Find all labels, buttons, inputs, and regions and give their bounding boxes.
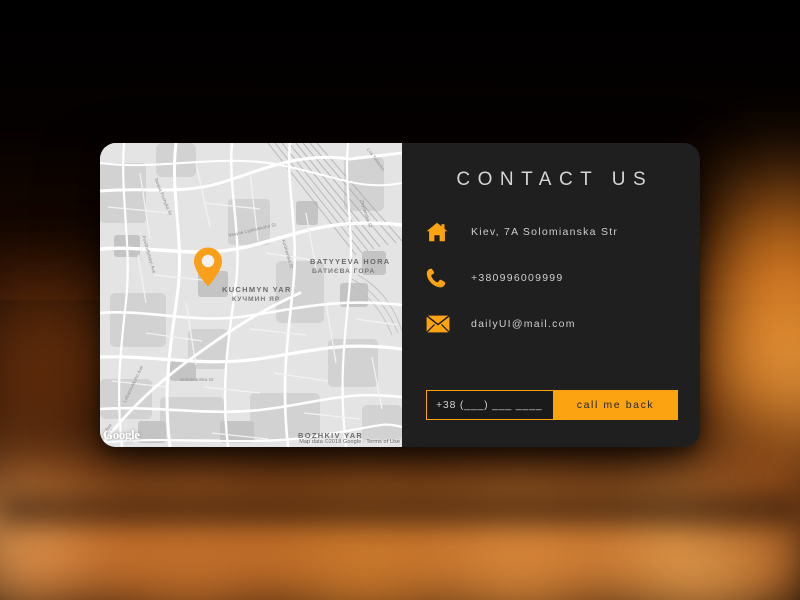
call-me-back-button[interactable]: call me back <box>553 390 678 420</box>
contact-card: BATYYEVA HORA БАТИЄВА ГОРА KUCHMYN YAR К… <box>100 143 700 447</box>
contact-list: Kiev, 7A Solomianska Str +380996009999 d… <box>426 209 686 347</box>
callback-form: call me back <box>426 390 678 420</box>
contact-panel: CONTACT US Kiev, 7A Solomianska Str +380… <box>402 143 700 447</box>
google-logo[interactable]: Google <box>103 427 140 443</box>
contact-address-text: Kiev, 7A Solomianska Str <box>471 226 619 238</box>
location-pin-icon[interactable] <box>193 246 223 288</box>
envelope-icon <box>426 315 460 333</box>
map-attribution[interactable]: Map data ©2018 Google · Terms of Use <box>299 439 400 445</box>
background-bottom-shadow <box>0 492 800 526</box>
home-icon <box>426 222 460 242</box>
contact-phone-text: +380996009999 <box>471 272 564 284</box>
map-pane[interactable]: BATYYEVA HORA БАТИЄВА ГОРА KUCHMYN YAR К… <box>100 143 402 447</box>
contact-row-address: Kiev, 7A Solomianska Str <box>426 209 686 255</box>
map-canvas[interactable] <box>100 143 402 447</box>
contact-row-email: dailyUI@mail.com <box>426 301 686 347</box>
page-title: CONTACT US <box>456 169 654 190</box>
phone-icon <box>426 268 460 288</box>
contact-email-text: dailyUI@mail.com <box>471 318 576 330</box>
contact-row-phone: +380996009999 <box>426 255 686 301</box>
phone-input[interactable] <box>426 390 553 420</box>
